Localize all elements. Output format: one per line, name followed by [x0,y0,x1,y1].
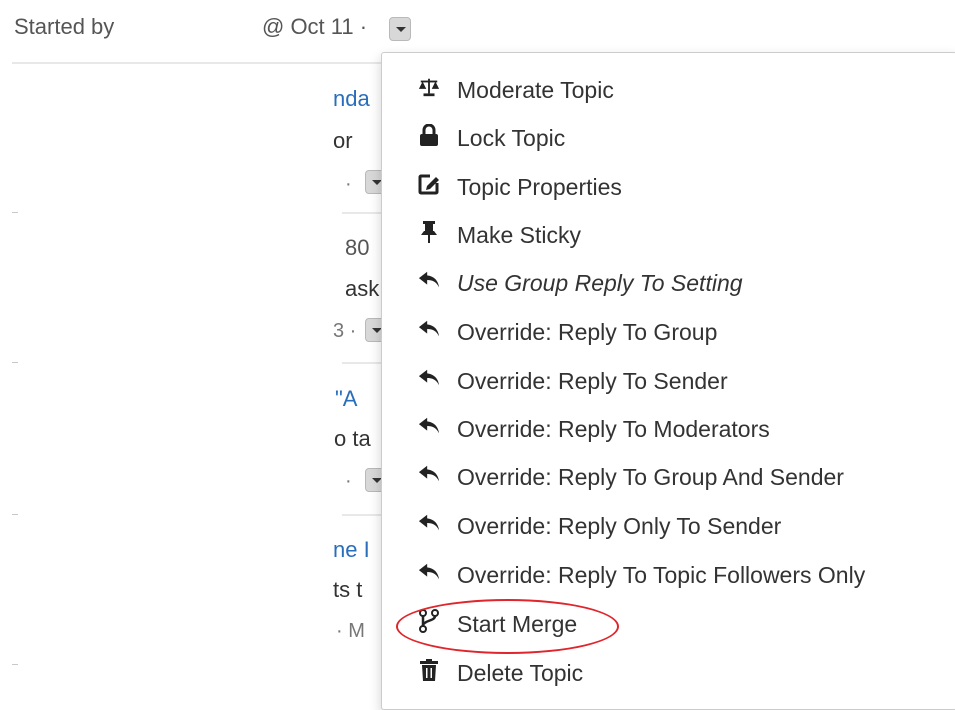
topic-snippet: o ta [334,426,371,451]
topic-title-link[interactable]: 80 [345,235,369,261]
topic-meta: · M [336,620,365,642]
reply-icon [418,560,440,584]
started-by-label: Started by [14,14,115,39]
menu-item-delete-topic[interactable]: Delete Topic [382,652,955,692]
menu-item-start-merge[interactable]: Start Merge [382,603,955,643]
menu-item-override-reply-to-topic-followers[interactable]: Override: Reply To Topic Followers Only [382,554,955,594]
topic-actions-menu: Moderate Topic Lock Topic Topic Properti… [381,52,955,710]
topic-meta: · [345,173,352,195]
reply-icon [418,268,440,292]
topic-date: @ Oct 11 · [262,14,368,39]
lock-icon [418,123,440,147]
row-divider [342,212,382,214]
menu-item-label: Override: Reply To Group [457,319,718,345]
code-branch-icon [418,609,440,633]
row-divider [342,514,382,516]
thumbtack-icon [418,220,440,244]
topic-actions-dropdown-button[interactable] [389,17,411,41]
reply-icon [418,366,440,390]
menu-item-moderate-topic[interactable]: Moderate Topic [382,69,955,109]
topic-snippet: ask [345,276,380,301]
menu-item-label: Override: Reply Only To Sender [457,513,782,539]
menu-item-label: Override: Reply To Sender [457,368,728,394]
row-divider [12,362,18,363]
row-divider [12,664,18,665]
edit-icon [418,172,440,196]
menu-item-label: Start Merge [457,611,578,637]
row-divider [342,362,382,364]
topic-snippet: or [333,128,353,153]
menu-item-label: Lock Topic [457,125,566,151]
menu-item-override-reply-to-group[interactable]: Override: Reply To Group [382,311,955,351]
topic-meta: · [345,470,352,492]
menu-item-label: Delete Topic [457,660,584,686]
menu-item-label: Use Group Reply To Setting [457,270,743,296]
reply-icon [418,462,440,486]
topic-header-row: Started by @ Oct 11 · [0,0,955,60]
menu-item-override-reply-to-sender[interactable]: Override: Reply To Sender [382,360,955,400]
reply-icon [418,414,440,438]
menu-item-label: Make Sticky [457,222,581,248]
menu-item-label: Moderate Topic [457,77,614,103]
row-divider [12,514,18,515]
balance-scale-icon [418,75,440,99]
menu-item-override-reply-to-group-and-sender[interactable]: Override: Reply To Group And Sender [382,456,955,496]
menu-item-make-sticky[interactable]: Make Sticky [382,214,955,254]
reply-icon [418,511,440,535]
menu-item-topic-properties[interactable]: Topic Properties [382,166,955,206]
trash-icon [418,658,440,682]
menu-item-label: Override: Reply To Topic Followers Only [457,562,866,588]
menu-item-label: Override: Reply To Moderators [457,416,770,442]
topic-title-link[interactable]: nda [333,86,370,112]
menu-item-label: Override: Reply To Group And Sender [457,464,844,490]
menu-item-use-group-reply-setting[interactable]: Use Group Reply To Setting [382,262,955,302]
menu-item-label: Topic Properties [457,174,622,200]
topic-title-link[interactable]: ne I [333,537,370,563]
menu-item-lock-topic[interactable]: Lock Topic [382,117,955,157]
topic-title-link[interactable]: "A [335,386,357,412]
reply-icon [418,317,440,341]
topic-meta: 3 · [333,320,357,342]
menu-item-override-reply-to-moderators[interactable]: Override: Reply To Moderators [382,408,955,448]
menu-item-override-reply-only-to-sender[interactable]: Override: Reply Only To Sender [382,505,955,545]
topic-snippet: ts t [333,577,363,602]
row-divider [12,212,18,213]
